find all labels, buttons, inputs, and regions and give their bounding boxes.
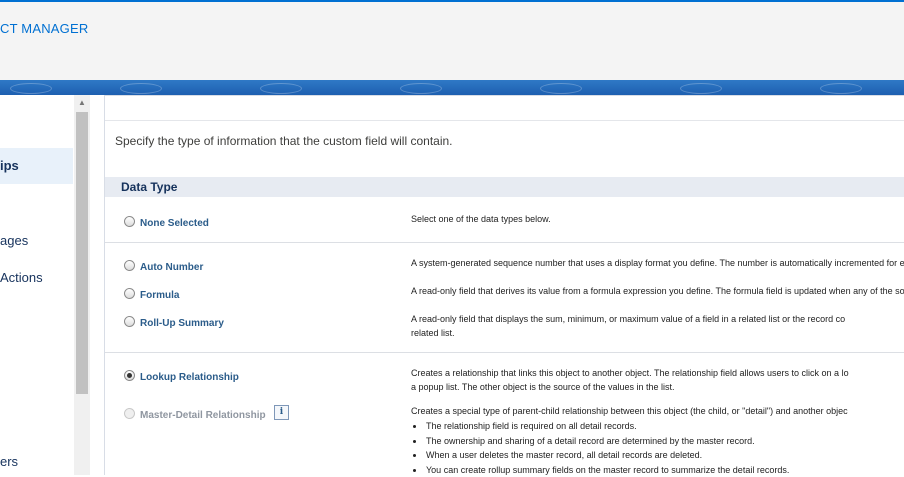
banner-pattern — [10, 83, 52, 94]
section-title: Data Type — [121, 180, 177, 194]
radio-none-selected[interactable] — [124, 216, 135, 227]
radio-formula[interactable] — [124, 288, 135, 299]
top-strip — [105, 96, 904, 121]
option-description: Select one of the data types below. — [411, 212, 904, 226]
row-divider — [105, 352, 904, 353]
list-item: The relationship field is required on al… — [411, 419, 904, 434]
option-label[interactable]: Roll-Up Summary — [140, 318, 224, 329]
option-label[interactable]: None Selected — [140, 218, 209, 229]
master-detail-bullets: The relationship field is required on al… — [411, 419, 904, 477]
option-description: related list. — [411, 326, 904, 340]
radio-rollup-summary[interactable] — [124, 316, 135, 327]
list-item: When a user deletes the master record, a… — [411, 448, 904, 463]
banner-pattern — [820, 83, 862, 94]
banner-pattern — [260, 83, 302, 94]
app-header: CT MANAGER — [0, 0, 904, 80]
main-content: Specify the type of information that the… — [104, 95, 904, 475]
sidebar-item-label: ips — [0, 158, 19, 173]
option-label: Master-Detail Relationship — [140, 410, 266, 421]
scrollbar-thumb[interactable] — [76, 112, 88, 394]
banner-pattern — [120, 83, 162, 94]
section-header: Data Type — [105, 177, 904, 197]
sidebar-item-label: ages — [0, 233, 28, 248]
option-label[interactable]: Formula — [140, 290, 179, 301]
option-description: Creates a special type of parent-child r… — [411, 404, 904, 418]
banner-pattern — [540, 83, 582, 94]
option-label[interactable]: Lookup Relationship — [140, 372, 239, 383]
option-description: a popup list. The other object is the so… — [411, 380, 904, 394]
option-label[interactable]: Auto Number — [140, 262, 203, 273]
list-item: The ownership and sharing of a detail re… — [411, 434, 904, 449]
sidebar-item-label: Actions — [0, 270, 43, 285]
radio-auto-number[interactable] — [124, 260, 135, 271]
radio-lookup-relationship[interactable] — [124, 370, 135, 381]
scroll-up-icon[interactable]: ▲ — [74, 97, 90, 109]
option-description: A read-only field that displays the sum,… — [411, 312, 904, 326]
sidebar-item-relationships[interactable]: ips — [0, 148, 73, 184]
sidebar-item-actions[interactable]: Actions — [0, 270, 43, 285]
sidebar-item-label: ers — [0, 454, 18, 469]
header-banner — [0, 80, 904, 95]
option-description: A system-generated sequence number that … — [411, 256, 904, 270]
radio-master-detail — [124, 408, 135, 419]
sidebar-item-partial[interactable]: ers — [0, 454, 18, 469]
sidebar-item-pages[interactable]: ages — [0, 233, 28, 248]
option-description: Creates a relationship that links this o… — [411, 366, 904, 380]
info-icon[interactable]: i — [274, 405, 289, 420]
banner-pattern — [400, 83, 442, 94]
intro-text: Specify the type of information that the… — [115, 134, 453, 148]
row-divider — [105, 242, 904, 243]
banner-pattern — [680, 83, 722, 94]
app-title[interactable]: CT MANAGER — [0, 21, 88, 36]
option-description: A read-only field that derives its value… — [411, 284, 904, 298]
